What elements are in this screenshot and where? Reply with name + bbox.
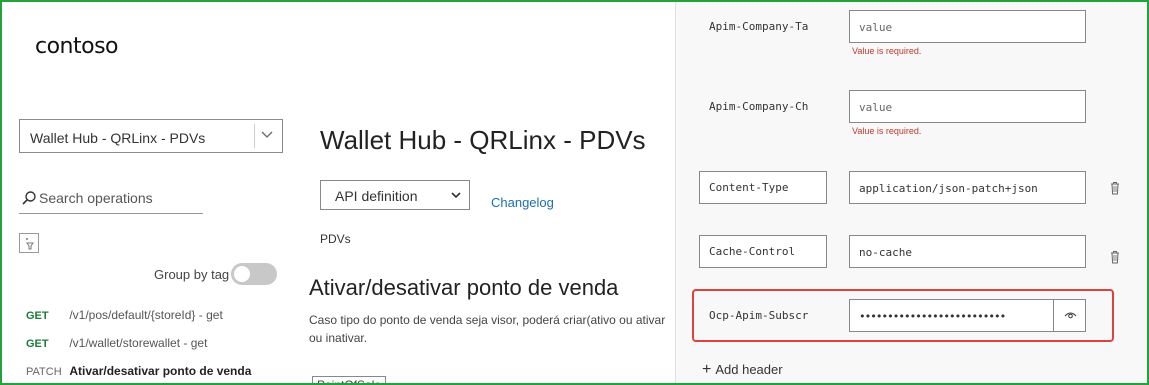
method-badge: GET [26,338,49,350]
page-title-text: Wallet Hub - QRLinx - PDVs [320,125,646,155]
header-name-text: Apim-Company-Ta [709,20,809,33]
header-name-text: Content-Type [709,181,789,194]
brand-logo[interactable]: contoso [35,34,119,59]
search-input[interactable]: Search operations [39,190,153,206]
header-value-field[interactable]: value [849,10,1086,43]
filter-icon [26,238,34,250]
header-name-field[interactable]: Apim-Company-Ta [699,10,827,43]
operation-item[interactable]: GET /v1/pos/default/{storeId} - get [26,308,223,322]
header-value-text: application/json-patch+json [859,182,1038,195]
header-value-field[interactable]: application/json-patch+json [849,171,1086,204]
method-badge: PATCH [26,366,62,378]
header-name-field[interactable]: Apim-Company-Ch [699,90,827,123]
header-value-field[interactable]: no-cache [849,235,1086,268]
search-icon [21,190,37,211]
header-name-text: Cache-Control [709,245,796,258]
definition-select[interactable]: API definition [320,180,470,210]
definition-select-value: API definition [335,188,418,204]
operation-title: Ativar/desativar ponto de venda [309,275,619,300]
trash-icon[interactable] [1109,250,1121,269]
operation-path: Ativar/desativar ponto de venda [69,364,252,378]
trash-icon[interactable] [1109,181,1121,200]
validation-error: Value is required. [852,126,922,136]
method-badge: GET [26,310,49,322]
page-title: Wallet Hub - QRLinx - PDVs [320,125,646,156]
header-value-text: value [859,21,893,34]
api-selector[interactable]: Wallet Hub - QRLinx - PDVs [19,119,283,153]
plus-icon: + [702,361,712,378]
chevron-down-icon[interactable] [254,124,278,148]
chevron-down-icon [451,192,461,199]
filter-button[interactable] [19,233,39,253]
highlight-box [692,289,1114,342]
header-value-text: no-cache [859,246,912,259]
changelog-link[interactable]: Changelog [491,195,554,210]
header-value-field[interactable]: value [849,90,1086,123]
header-value-text: value [859,101,893,114]
header-name-text: Apim-Company-Ch [709,100,809,113]
operation-item[interactable]: GET /v1/wallet/storewallet - get [26,336,207,350]
add-header-button[interactable]: + Add header [702,361,783,379]
operation-tag[interactable]: PointOfSale [312,376,387,383]
operation-item-active[interactable]: PATCH Ativar/desativar ponto de venda [26,364,251,378]
search-operations[interactable]: Search operations [19,187,203,214]
add-header-label: Add header [715,362,783,377]
group-by-tag-label: Group by tag [154,267,230,282]
group-by-tag-toggle[interactable] [231,263,277,285]
operation-path: /v1/pos/default/{storeId} - get [69,308,223,322]
header-name-field[interactable]: Cache-Control [699,235,827,268]
api-tag: PDVs [320,232,351,246]
validation-error: Value is required. [852,46,922,56]
api-selector-value: Wallet Hub - QRLinx - PDVs [30,130,206,146]
screenshot-frame: contoso Wallet Hub - QRLinx - PDVs Searc… [0,0,1149,385]
operation-path: /v1/wallet/storewallet - get [69,336,208,350]
header-name-field[interactable]: Content-Type [699,171,827,204]
operation-description: Caso tipo do ponto de venda seja visor, … [309,313,666,345]
toggle-knob [234,266,250,282]
